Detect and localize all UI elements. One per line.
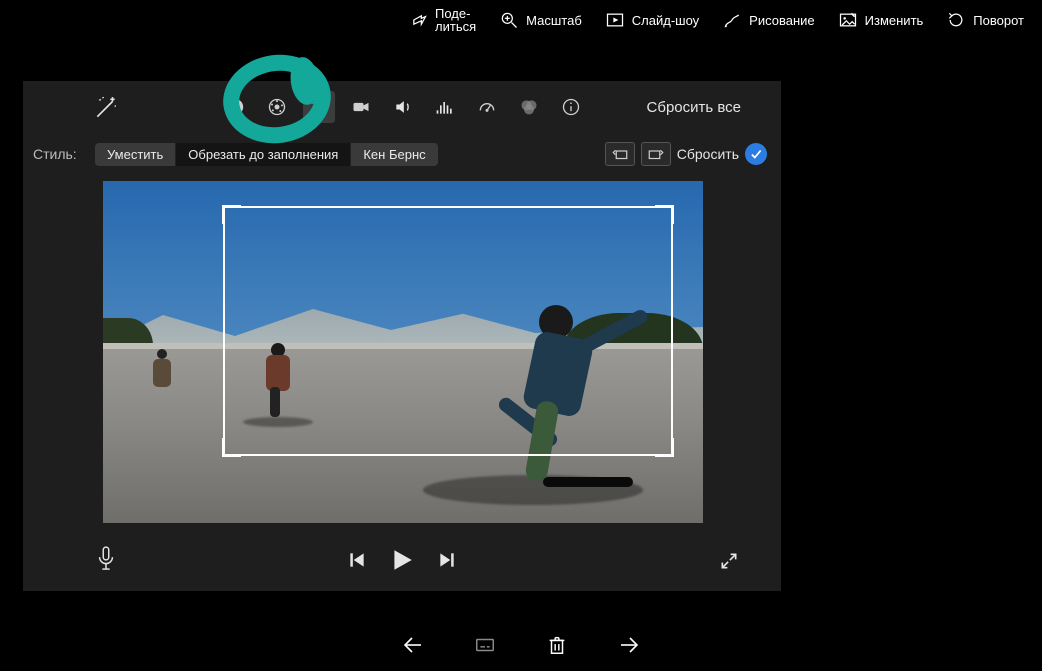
video-preview[interactable] [103, 181, 703, 523]
bottom-bar [0, 619, 1042, 671]
style-segmented-control: Уместить Обрезать до заполнения Кен Берн… [95, 143, 438, 166]
color-correction-button[interactable] [265, 95, 289, 119]
next-button[interactable] [437, 550, 457, 570]
voiceover-button[interactable] [95, 545, 117, 573]
volume-button[interactable] [391, 95, 415, 119]
share-icon [407, 9, 429, 31]
draw-icon [721, 9, 743, 31]
slideshow-label: Слайд-шоу [632, 14, 699, 27]
style-label: Стиль: [33, 146, 77, 162]
magic-wand-button[interactable] [93, 95, 119, 121]
top-menu: Поде- литься Масштаб Слайд-шоу Рисование… [0, 0, 1042, 40]
slideshow-button[interactable]: Слайд-шоу [604, 9, 699, 31]
crop-handle-bl[interactable] [222, 438, 241, 457]
rotate-icon [945, 9, 967, 31]
edit-button[interactable]: Изменить [837, 9, 924, 31]
caption-button[interactable] [472, 632, 498, 658]
zoom-label: Масштаб [526, 14, 582, 27]
style-kenburns-button[interactable]: Кен Бернс [350, 143, 437, 166]
draw-label: Рисование [749, 14, 814, 27]
share-label: Поде- литься [435, 7, 476, 33]
color-filter-button[interactable] [517, 95, 541, 119]
slideshow-icon [604, 9, 626, 31]
video-editor-panel: Сбросить все Стиль: Уместить Обрезать до… [23, 81, 781, 591]
draw-button[interactable]: Рисование [721, 9, 814, 31]
crop-button[interactable] [303, 91, 335, 123]
rotate-ccw-button[interactable] [605, 142, 635, 166]
edit-image-icon [837, 9, 859, 31]
back-button[interactable] [400, 632, 426, 658]
play-group [347, 547, 457, 573]
apply-button[interactable] [745, 143, 767, 165]
forward-button[interactable] [616, 632, 642, 658]
crop-handle-tr[interactable] [655, 205, 674, 224]
preview-skater-far [143, 353, 183, 413]
share-button[interactable]: Поде- литься [407, 7, 476, 33]
rotate-label: Поворот [973, 14, 1024, 27]
prev-button[interactable] [347, 550, 367, 570]
stabilization-button[interactable] [349, 95, 373, 119]
delete-button[interactable] [544, 632, 570, 658]
zoom-button[interactable]: Масштаб [498, 9, 582, 31]
edit-label: Изменить [865, 14, 924, 27]
info-button[interactable] [559, 95, 583, 119]
playback-controls [23, 541, 781, 581]
crop-reset-group: Сбросить [605, 142, 767, 166]
style-cropfill-button[interactable]: Обрезать до заполнения [175, 143, 350, 166]
play-button[interactable] [389, 547, 415, 573]
noise-reduction-button[interactable] [433, 95, 457, 119]
crop-style-row: Стиль: Уместить Обрезать до заполнения К… [23, 139, 781, 169]
crop-handle-br[interactable] [655, 438, 674, 457]
rotate-button[interactable]: Поворот [945, 9, 1024, 31]
crop-handle-tl[interactable] [222, 205, 241, 224]
reset-all-button[interactable]: Сбросить все [647, 99, 741, 116]
crop-rectangle[interactable] [223, 206, 673, 456]
speed-button[interactable] [475, 95, 499, 119]
color-balance-button[interactable] [223, 95, 247, 119]
rotate-cw-button[interactable] [641, 142, 671, 166]
style-fit-button[interactable]: Уместить [95, 143, 175, 166]
adjustment-toolbar [223, 95, 583, 119]
fullscreen-button[interactable] [719, 551, 739, 571]
reset-crop-button[interactable]: Сбросить [677, 146, 739, 162]
zoom-icon [498, 9, 520, 31]
